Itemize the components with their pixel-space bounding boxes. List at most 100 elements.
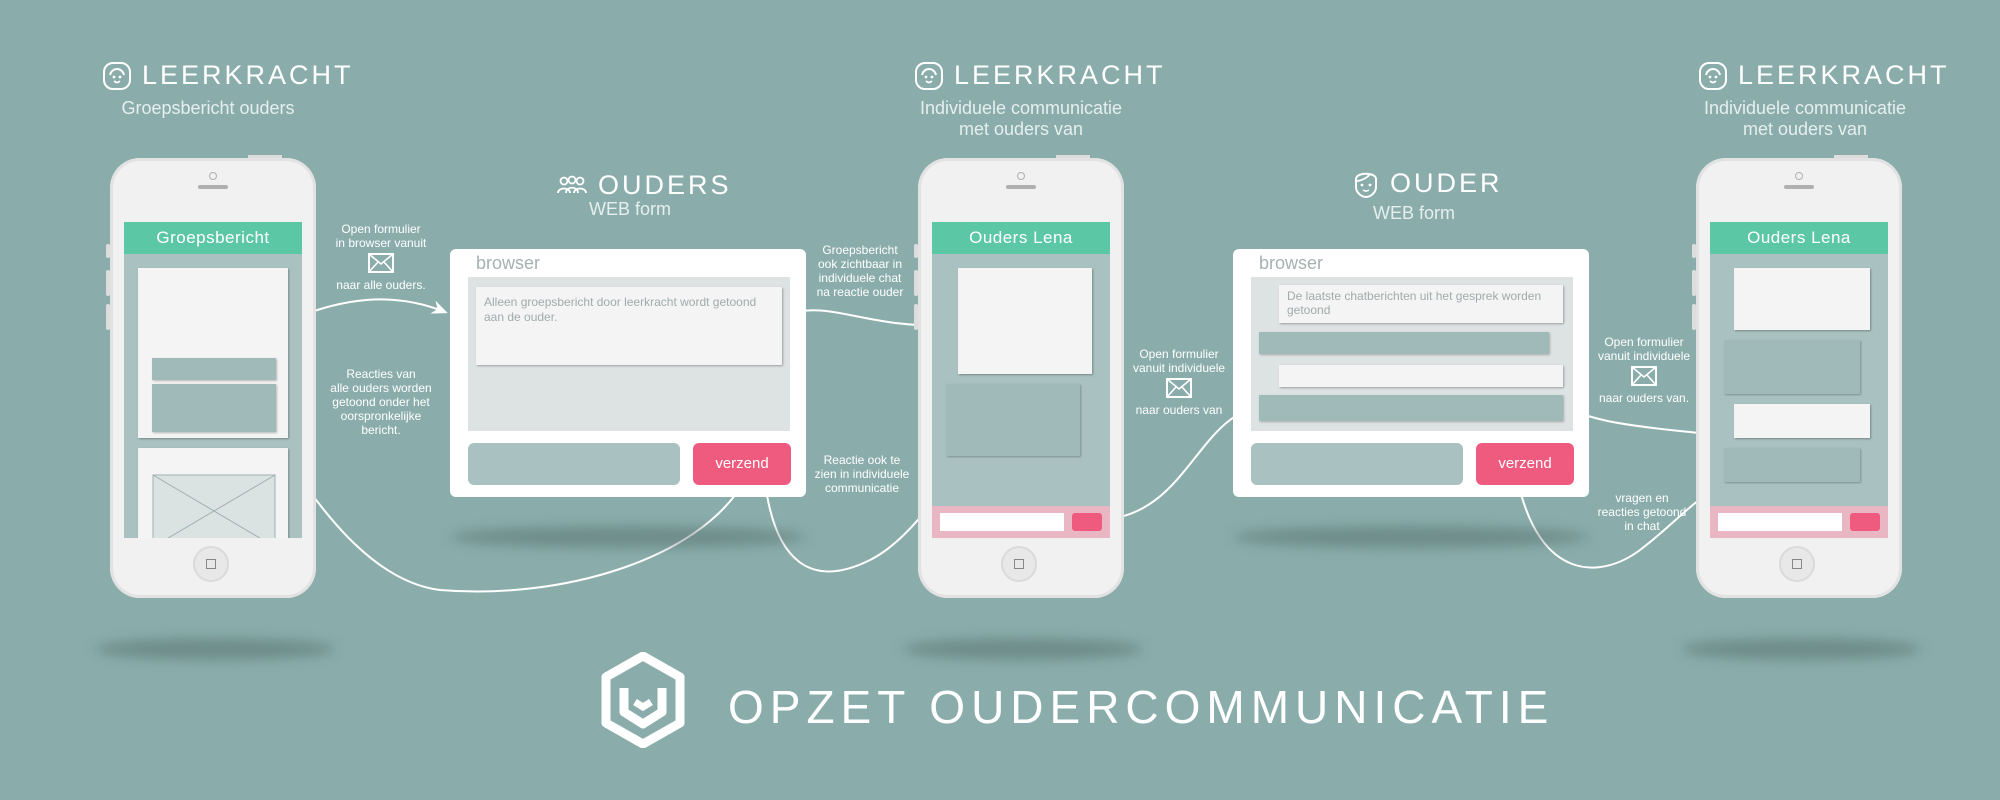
reply-input[interactable]	[468, 443, 680, 485]
phone-individual-chat-1: Ouders Lena	[914, 155, 1124, 598]
browser-content-area: Alleen groepsbericht door leerkracht wor…	[468, 277, 790, 431]
parent-face-icon	[1355, 172, 1377, 198]
browser-shadow	[450, 526, 806, 548]
phone-screen: Groepsbericht	[124, 222, 302, 538]
phone-volume-button	[106, 270, 110, 296]
note-line: individuele chat	[818, 271, 902, 285]
note-questions-in-chat: vragen en reacties getoond in chat	[1588, 491, 1696, 533]
browser-label: browser	[1259, 253, 1324, 273]
note-line: bericht.	[361, 423, 401, 437]
note-line: in browser vanuit	[335, 236, 427, 250]
chat-send-button[interactable]	[1072, 513, 1102, 531]
browser-window-parents: browser Alleen groepsbericht door leerkr…	[450, 249, 806, 497]
subtitle-line: Individuele communicatie	[1703, 98, 1907, 118]
chat-send-button[interactable]	[1850, 513, 1880, 531]
note-open-form: Open formulier in browser vanuit naar al…	[326, 222, 436, 292]
browser-chat-area: De laatste chatberichten uit het gesprek…	[1251, 277, 1573, 431]
reply-bar	[152, 358, 276, 380]
browser-label: browser	[476, 253, 541, 273]
phone-camera	[209, 172, 217, 180]
section-title-teacher-2: LEERKRACHT	[914, 60, 1166, 91]
section-title-text: LEERKRACHT	[954, 60, 1166, 90]
note-line: getoond onder het	[332, 395, 430, 409]
chat-input-bar	[1710, 506, 1888, 538]
phone-power-button	[1056, 155, 1090, 158]
note-line: naar alle ouders.	[336, 278, 426, 292]
phone-shadow	[95, 638, 335, 660]
section-title-parents: OUDERS	[556, 170, 732, 201]
chat-input-bar	[932, 506, 1110, 538]
subtitle-line: Individuele communicatie	[919, 98, 1123, 118]
chat-bubble-teacher	[1734, 268, 1870, 330]
note-line: Open formulier	[1604, 335, 1684, 349]
footer-title: OPZET OUDERCOMMUNICATIE	[728, 681, 1555, 733]
reply-card	[152, 384, 276, 432]
phone-shadow	[903, 638, 1143, 660]
note-line: Open formulier	[341, 222, 421, 236]
phone-power-button	[1834, 155, 1868, 158]
section-subtitle-1: Groepsbericht ouders	[121, 98, 295, 118]
image-placeholder-card	[138, 448, 288, 538]
envelope-icon	[1631, 366, 1657, 386]
section-title-text: OUDER	[1390, 168, 1503, 198]
note-line: Reacties van	[346, 367, 416, 381]
note-line: communicatie	[824, 481, 900, 495]
connector-phone1-to-browser1	[294, 298, 448, 319]
note-line: reacties getoond	[1597, 505, 1687, 519]
note-open-form-individual: Open formulier vanuit individuele naar o…	[1120, 347, 1238, 417]
parents-group-icon	[557, 175, 587, 193]
logo-hexagon	[601, 652, 685, 748]
chat-bubble-parent	[1724, 340, 1860, 394]
chat-bubble-parent	[1724, 448, 1860, 482]
section-subtitle-5: Individuele communicatie met ouders van	[1680, 98, 1930, 140]
phone-shadow	[1681, 638, 1921, 660]
phone-volume-button	[1692, 304, 1696, 330]
home-button[interactable]	[193, 546, 229, 582]
section-title-teacher-1: LEERKRACHT	[102, 60, 354, 91]
note-line: vragen en	[1615, 491, 1669, 505]
phone-volume-button	[1692, 270, 1696, 296]
chat-input[interactable]	[940, 513, 1064, 531]
phone-volume-button	[914, 270, 918, 296]
teacher-face-icon	[1699, 61, 1727, 90]
note-replies-shown: Reacties van alle ouders worden getoond …	[322, 367, 440, 437]
send-button[interactable]: verzend	[1476, 443, 1574, 485]
note-line: in chat	[1624, 519, 1660, 533]
home-button[interactable]	[1001, 546, 1037, 582]
note-line: vanuit individuele	[1132, 361, 1226, 375]
note-line: ook zichtbaar in	[817, 257, 903, 271]
phone-volume-button	[914, 304, 918, 330]
note-line: Open formulier	[1139, 347, 1219, 361]
chat-bubble-parent	[946, 384, 1080, 456]
phone-speaker	[1784, 185, 1814, 189]
section-subtitle-2: WEB form	[588, 199, 671, 219]
phone-volume-button	[914, 244, 918, 258]
phone-screen-header: Ouders Lena	[1710, 222, 1888, 254]
note-line: vanuit individuele	[1597, 349, 1691, 363]
note-line: naar ouders van.	[1598, 391, 1690, 405]
chat-input[interactable]	[1718, 513, 1842, 531]
section-title-parent: OUDER	[1352, 168, 1503, 199]
chat-message	[1279, 365, 1563, 387]
subtitle-line: met ouders van	[958, 119, 1084, 139]
phone-volume-button	[1692, 244, 1696, 258]
browser-window-parent: browser De laatste chatberichten uit het…	[1233, 249, 1589, 497]
section-subtitle-4: WEB form	[1372, 203, 1455, 223]
note-reply-visible: Reactie ook te zien in individuele commu…	[806, 453, 918, 495]
section-title-teacher-3: LEERKRACHT	[1698, 60, 1950, 91]
image-placeholder-icon	[152, 474, 276, 538]
section-title-text: LEERKRACHT	[142, 60, 354, 90]
phone-individual-chat-2: Ouders Lena	[1692, 155, 1902, 598]
send-button[interactable]: verzend	[693, 443, 791, 485]
phone-screen-header: Groepsbericht	[124, 222, 302, 254]
teacher-face-icon	[915, 61, 943, 90]
reply-input[interactable]	[1251, 443, 1463, 485]
phone-camera	[1017, 172, 1025, 180]
home-button[interactable]	[1779, 546, 1815, 582]
note-line: naar ouders van	[1135, 403, 1223, 417]
note-line: zien in individuele	[814, 467, 910, 481]
phone-volume-button	[106, 244, 110, 258]
note-group-visible: Groepsbericht ook zichtbaar in individue…	[806, 243, 914, 299]
chat-message	[1259, 395, 1563, 421]
note-line: Reactie ook te	[823, 453, 901, 467]
